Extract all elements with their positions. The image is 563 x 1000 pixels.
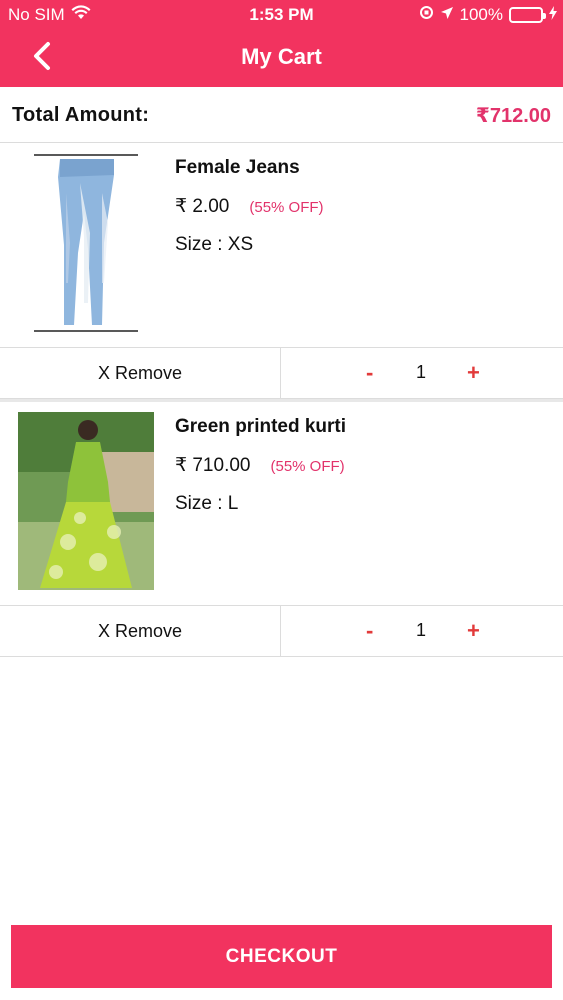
discount-label: (55% OFF) [270, 458, 345, 475]
decrease-quantity-button[interactable]: - [366, 360, 373, 386]
item-actions: X Remove - 1 + [0, 605, 563, 657]
product-price: ₹ 710.00 [175, 455, 251, 476]
location-icon [440, 5, 454, 25]
item-info: Female Jeans ₹ 2.00 (55% OFF) Size : XS [175, 157, 324, 256]
item-info: Green printed kurti ₹ 710.00 (55% OFF) S… [175, 416, 346, 515]
checkout-button[interactable]: CHECKOUT [11, 925, 552, 988]
price-row: ₹ 2.00 (55% OFF) [175, 195, 324, 218]
product-size: Size : XS [175, 234, 254, 255]
product-size: Size : L [175, 493, 239, 514]
app-header: No SIM 1:53 PM 100% My Cart [0, 0, 563, 87]
product-name[interactable]: Female Jeans [175, 157, 324, 179]
battery-percent: 100% [459, 5, 503, 24]
orientation-lock-icon [419, 5, 434, 25]
quantity-stepper: - 1 + [282, 606, 563, 656]
total-amount-value: ₹712.00 [475, 105, 551, 127]
item-actions: X Remove - 1 + [0, 347, 563, 399]
quantity-stepper: - 1 + [282, 348, 563, 398]
discount-label: (55% OFF) [249, 199, 324, 216]
quantity-value: 1 [416, 362, 427, 382]
status-bar: No SIM 1:53 PM 100% [0, 0, 563, 30]
product-image-kurti[interactable] [18, 412, 154, 590]
battery-icon [509, 7, 546, 23]
product-image-jeans[interactable] [18, 153, 154, 333]
increase-quantity-button[interactable]: + [467, 618, 480, 644]
decrease-quantity-button[interactable]: - [366, 618, 373, 644]
remove-button[interactable]: X Remove [0, 348, 281, 398]
product-name[interactable]: Green printed kurti [175, 416, 346, 438]
price-row: ₹ 710.00 (55% OFF) [175, 454, 346, 477]
product-price: ₹ 2.00 [175, 196, 230, 217]
remove-button[interactable]: X Remove [0, 606, 281, 656]
page-title: My Cart [241, 44, 322, 69]
quantity-value: 1 [416, 620, 427, 640]
nav-bar: My Cart [0, 30, 563, 87]
total-amount-label: Total Amount: [12, 104, 150, 126]
status-right: 100% [419, 5, 557, 25]
increase-quantity-button[interactable]: + [467, 360, 480, 386]
cart-item: Green printed kurti ₹ 710.00 (55% OFF) S… [0, 402, 563, 605]
total-amount-row: Total Amount: ₹712.00 [0, 87, 563, 143]
cart-item: Female Jeans ₹ 2.00 (55% OFF) Size : XS [0, 143, 563, 347]
charging-icon [549, 5, 557, 25]
